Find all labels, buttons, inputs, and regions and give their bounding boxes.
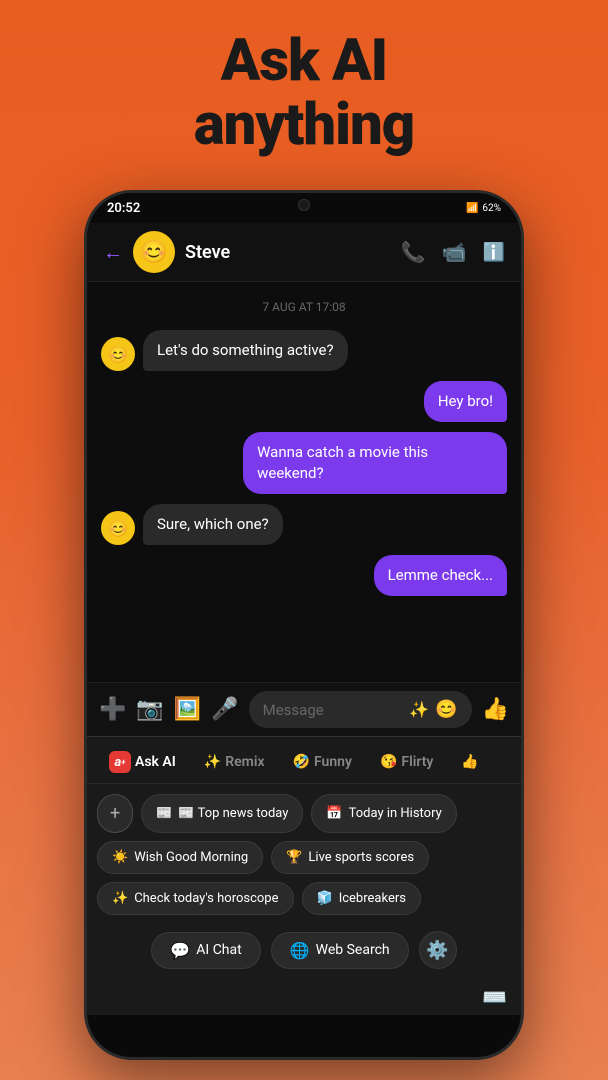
settings-button[interactable]: ⚙️: [419, 931, 457, 969]
image-icon[interactable]: 🖼️: [174, 697, 201, 722]
chip-row-2: ☀️ Wish Good Morning 🏆 Live sports score…: [97, 841, 511, 874]
sun-icon: ☀️: [112, 850, 128, 865]
status-bar: 20:52 📶 62%: [87, 193, 521, 223]
more-icon: 👍: [461, 754, 478, 770]
input-action-icons: ✨ 😊: [409, 699, 457, 720]
phone-mockup: 20:52 📶 62% ← 😊 Steve 📞 📹 ℹ️ 7 AUG AT 17…: [84, 190, 524, 1060]
battery-icon: 62%: [482, 203, 501, 214]
horoscope-icon: ✨: [112, 891, 128, 906]
chip-row-3: ✨ Check today's horoscope 🧊 Icebreakers: [97, 882, 511, 915]
page-header: Ask AI anything: [0, 0, 608, 178]
phone-call-icon[interactable]: 📞: [401, 240, 426, 264]
message-bubble: Hey bro!: [424, 381, 507, 422]
news-icon: 📰: [156, 806, 172, 821]
keyboard-icon[interactable]: ⌨️: [482, 985, 507, 1009]
chat-icon: 💬: [170, 941, 190, 960]
message-row: 😊 Sure, which one?: [101, 504, 507, 545]
chat-header: ← 😊 Steve 📞 📹 ℹ️: [87, 223, 521, 282]
chip-icebreakers[interactable]: 🧊 Icebreakers: [302, 882, 421, 915]
phone-camera: [298, 199, 310, 211]
tab-ask-ai[interactable]: a+ Ask AI: [97, 745, 188, 779]
contact-name: Steve: [185, 242, 230, 263]
chat-messages: 7 AUG AT 17:08 😊 Let's do something acti…: [87, 282, 521, 682]
trophy-icon: 🏆: [286, 850, 302, 865]
message-row: Wanna catch a movie this weekend?: [101, 432, 507, 494]
mic-icon[interactable]: 🎤: [211, 697, 238, 722]
remix-icon: ✨: [204, 754, 221, 770]
ai-chips-area: + 📰 📰 Top news today 📅 Today in History …: [87, 784, 521, 923]
video-call-icon[interactable]: 📹: [442, 240, 467, 264]
keyboard-bar: ⌨️: [87, 979, 521, 1015]
bottom-actions: 💬 AI Chat 🌐 Web Search ⚙️: [87, 923, 521, 979]
ai-sparkle-icon[interactable]: ✨: [409, 700, 429, 719]
add-icon[interactable]: ➕: [99, 697, 126, 722]
message-input-bar: ➕ 📷 🖼️ 🎤 Message ✨ 😊 👍: [87, 682, 521, 736]
icebreaker-icon: 🧊: [317, 891, 333, 906]
msg-avatar: 😊: [101, 337, 135, 371]
chip-top-news[interactable]: 📰 📰 Top news today: [141, 794, 303, 833]
back-button[interactable]: ←: [103, 240, 123, 265]
gear-icon: ⚙️: [426, 940, 448, 961]
header-text: Ask AI anything: [20, 30, 588, 158]
message-bubble: Let's do something active?: [143, 330, 348, 371]
calendar-icon: 📅: [326, 806, 342, 821]
chip-today-history[interactable]: 📅 Today in History: [311, 794, 456, 833]
message-row: Hey bro!: [101, 381, 507, 422]
tab-more[interactable]: 👍: [449, 748, 490, 776]
tab-remix[interactable]: ✨ Remix: [192, 748, 277, 776]
emoji-picker-icon[interactable]: 😊: [435, 699, 457, 720]
message-row: 😊 Let's do something active?: [101, 330, 507, 371]
chip-row-1: + 📰 📰 Top news today 📅 Today in History: [97, 794, 511, 833]
ai-panel: a+ Ask AI ✨ Remix 🤣 Funny 😘 Flirty 👍 +: [87, 736, 521, 1015]
ai-chat-button[interactable]: 💬 AI Chat: [151, 932, 260, 969]
funny-icon: 🤣: [293, 754, 310, 770]
chip-sports[interactable]: 🏆 Live sports scores: [271, 841, 429, 874]
input-placeholder: Message: [263, 701, 324, 719]
globe-icon: 🌐: [290, 941, 310, 960]
phone-side-button: [522, 393, 524, 453]
info-icon[interactable]: ℹ️: [483, 242, 505, 263]
chat-header-actions: 📞 📹 ℹ️: [401, 240, 505, 264]
flirty-icon: 😘: [380, 754, 397, 770]
chat-timestamp: 7 AUG AT 17:08: [101, 300, 507, 314]
message-input[interactable]: Message ✨ 😊: [249, 691, 472, 728]
wifi-icon: 📶: [466, 203, 478, 214]
chip-horoscope[interactable]: ✨ Check today's horoscope: [97, 882, 294, 915]
send-button[interactable]: 👍: [482, 697, 509, 722]
contact-avatar: 😊: [133, 231, 175, 273]
ai-tabs: a+ Ask AI ✨ Remix 🤣 Funny 😘 Flirty 👍: [87, 737, 521, 784]
status-time: 20:52: [107, 201, 140, 216]
camera-icon[interactable]: 📷: [136, 697, 163, 722]
message-row: Lemme check...: [101, 555, 507, 596]
message-bubble: Wanna catch a movie this weekend?: [243, 432, 507, 494]
status-icons: 📶 62%: [466, 203, 501, 214]
message-bubble: Lemme check...: [374, 555, 507, 596]
tab-funny[interactable]: 🤣 Funny: [281, 748, 364, 776]
message-bubble: Sure, which one?: [143, 504, 283, 545]
msg-avatar: 😊: [101, 511, 135, 545]
web-search-button[interactable]: 🌐 Web Search: [271, 932, 409, 969]
add-chip[interactable]: +: [97, 794, 133, 833]
chat-header-left: ← 😊 Steve: [103, 231, 230, 273]
tab-flirty[interactable]: 😘 Flirty: [368, 748, 445, 776]
ask-ai-icon: a+: [109, 751, 131, 773]
chip-good-morning[interactable]: ☀️ Wish Good Morning: [97, 841, 263, 874]
